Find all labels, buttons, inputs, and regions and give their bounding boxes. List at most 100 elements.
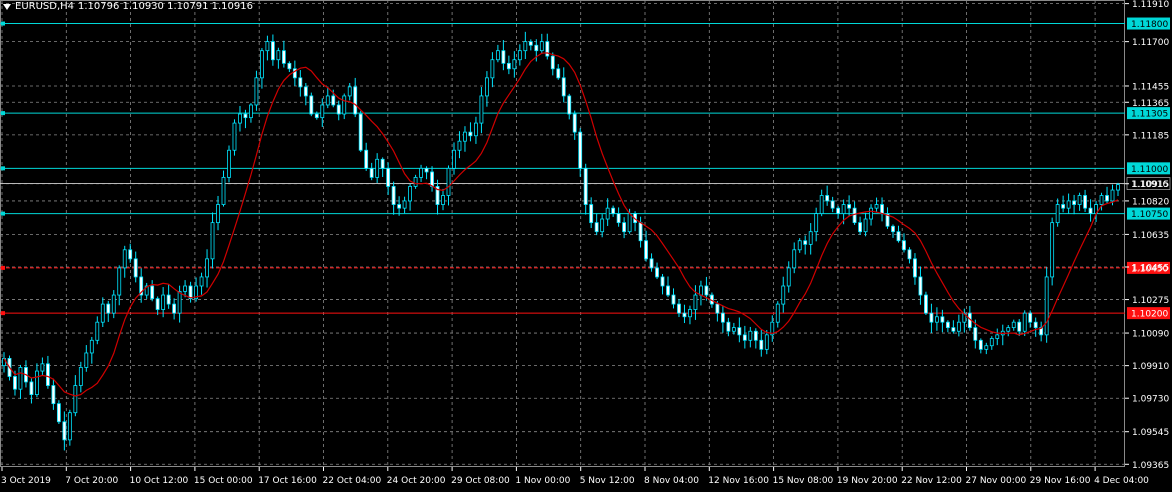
candle-body [819, 195, 824, 214]
candle-body [62, 421, 67, 441]
candle-body [600, 218, 605, 233]
time-tick-label: 22 Oct 04:00 [323, 476, 382, 486]
candle-body [677, 303, 681, 314]
time-tick-label: 15 Oct 00:00 [194, 476, 253, 486]
candle-body [18, 367, 23, 390]
candle-body [858, 222, 862, 233]
candle-body [1083, 195, 1087, 209]
candle-body [122, 249, 127, 269]
candle-body [924, 294, 928, 314]
level-anchor [1, 211, 5, 216]
candle-body [550, 55, 555, 70]
candle-body [227, 149, 231, 178]
candle-body [238, 113, 242, 124]
time-tick-label: 12 Nov 16:00 [708, 476, 769, 486]
candle-body [852, 207, 857, 224]
candle-body [216, 204, 220, 224]
candle-body [303, 86, 308, 97]
level-anchor [1, 311, 5, 316]
candle-body [781, 285, 786, 305]
candle-body [73, 385, 78, 414]
candle-body [133, 258, 138, 278]
candle-body [786, 267, 791, 287]
chart-window[interactable]: 1.11800 1.11305 1.11000 1.10750 1.10450 1.102… [0, 0, 1172, 488]
candle-body [364, 149, 369, 169]
candle-body [934, 316, 939, 323]
candle-body [111, 294, 116, 314]
candle-body [902, 240, 906, 251]
price-tick-label: 1.11365 [1132, 99, 1169, 109]
candles [2, 31, 1120, 451]
price-chart[interactable]: 1.118001.113051.110001.107501.104501.102… [0, 0, 1172, 488]
candle-body [1116, 184, 1120, 191]
candle-body [572, 113, 577, 133]
plot-frame [0, 0, 1125, 467]
price-tick-label: 1.11700 [1132, 38, 1169, 48]
price-tick-label: 1.10275 [1132, 296, 1169, 306]
level-anchor [1, 265, 5, 270]
candle-body [704, 285, 709, 296]
candle-body [287, 62, 292, 70]
candle-body [270, 41, 275, 61]
candle-body [336, 104, 341, 115]
candle-body [638, 222, 643, 242]
price-tick-label: 1.11910 [1132, 0, 1169, 10]
candle-body [808, 231, 813, 245]
candle-body [408, 186, 412, 202]
candle-body [281, 50, 286, 64]
candle-body [764, 334, 769, 350]
candle-body [1050, 222, 1055, 278]
price-tick-label: 1.10915 [1132, 180, 1169, 190]
time-tick-label: 15 Nov 08:00 [773, 476, 834, 486]
candle-body [177, 291, 182, 314]
time-tick-label: 3 Oct 2019 [1, 476, 51, 486]
candle-body [276, 50, 281, 61]
candle-body [830, 200, 835, 209]
candle-body [775, 303, 780, 323]
candle-body [249, 104, 253, 119]
candle-body [100, 303, 105, 323]
candle-body [84, 352, 89, 368]
candle-body [984, 345, 989, 350]
level-price-label: 1.10750 [1131, 210, 1168, 220]
candle-body [627, 213, 632, 233]
candle-body [430, 171, 434, 187]
level-price-label: 1.11800 [1131, 20, 1168, 30]
grid [0, 0, 1125, 467]
candle-body [644, 240, 648, 260]
candle-body [622, 222, 627, 233]
candle-body [78, 367, 83, 386]
collapse-triangle-icon[interactable] [3, 3, 11, 10]
candle-body [13, 376, 17, 390]
candle-body [556, 68, 561, 79]
candle-body [67, 412, 72, 441]
candle-body [907, 249, 912, 260]
candle-body [260, 50, 264, 79]
candle-body [956, 321, 961, 332]
candle-body [298, 77, 303, 88]
level-price-label: 1.11305 [1131, 110, 1168, 120]
candle-body [523, 41, 528, 52]
candle-body [1028, 312, 1033, 323]
candle-body [485, 77, 489, 97]
candle-body [161, 294, 166, 310]
candle-body [1105, 195, 1109, 202]
candle-body [847, 204, 852, 209]
candle-body [353, 86, 358, 115]
candle-body [441, 195, 445, 205]
candle-body [375, 158, 380, 178]
ma-line [3, 52, 1119, 397]
candle-body [380, 158, 385, 169]
candle-body [863, 218, 868, 233]
candle-body [397, 204, 402, 209]
candle-body [534, 44, 539, 52]
candle-body [506, 62, 511, 70]
candle-body [589, 204, 594, 224]
candle-body [501, 50, 506, 64]
candle-body [693, 294, 698, 310]
candle-body [254, 77, 259, 106]
candle-body [51, 385, 56, 405]
candle-body [880, 204, 884, 214]
candle-body [347, 86, 352, 97]
candle-body [1088, 207, 1093, 214]
